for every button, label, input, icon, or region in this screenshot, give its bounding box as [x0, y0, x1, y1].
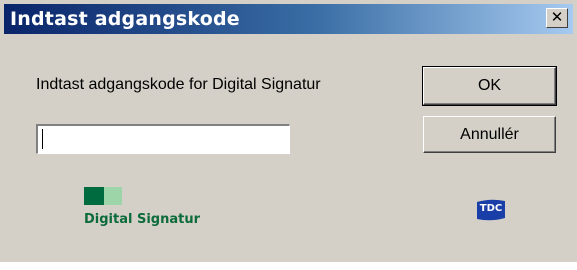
prompt-label: Indtast adgangskode for Digital Signatur: [36, 76, 321, 93]
cancel-button[interactable]: Annullér: [423, 116, 556, 153]
tdc-logo: TDC: [474, 198, 508, 222]
window-title: Indtast adgangskode: [10, 8, 240, 30]
close-button[interactable]: ✕: [546, 8, 568, 28]
password-input[interactable]: [36, 124, 290, 154]
ok-button[interactable]: OK: [422, 66, 557, 106]
digital-signatur-logo-text: Digital Signatur: [84, 212, 201, 227]
digital-signatur-mark-icon: [84, 187, 124, 205]
text-caret: [42, 129, 43, 149]
title-bar[interactable]: Indtast adgangskode ✕: [4, 4, 573, 34]
tdc-logo-text: TDC: [479, 203, 503, 214]
close-icon: ✕: [550, 8, 564, 26]
digital-signatur-logo: Digital Signatur: [84, 187, 200, 227]
password-dialog: Indtast adgangskode ✕ Indtast adgangskod…: [0, 0, 577, 262]
